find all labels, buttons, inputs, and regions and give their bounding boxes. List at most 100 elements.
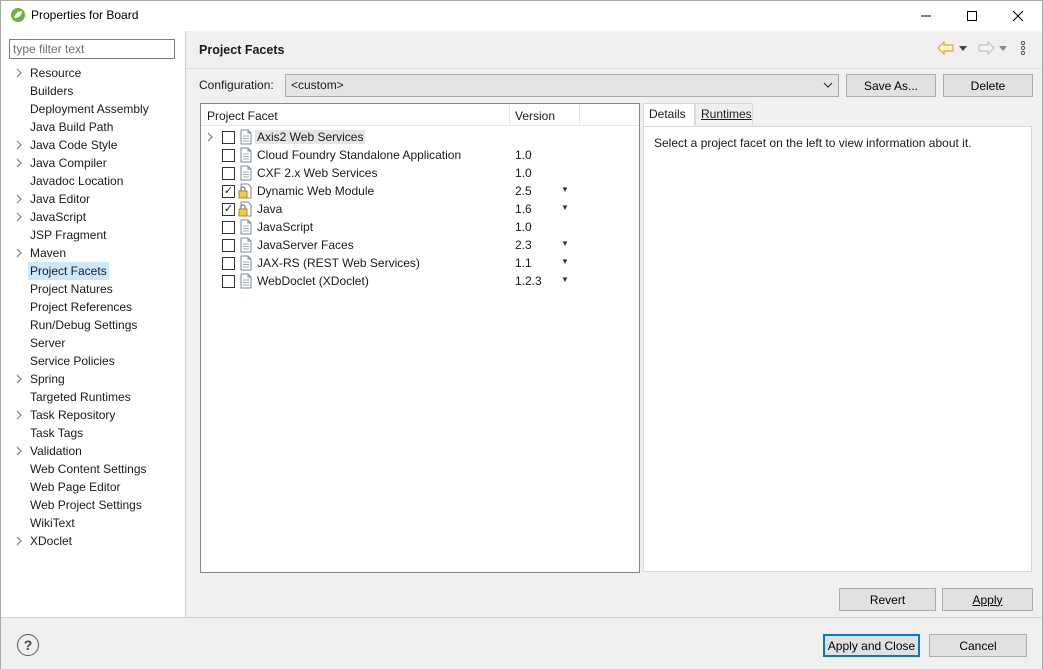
facet-version[interactable]: 2.5 [515,184,532,198]
revert-button[interactable]: Revert [839,588,936,611]
tree-item[interactable]: Web Page Editor [1,478,185,496]
chevron-right-icon[interactable] [15,136,25,154]
facets-table-header: Project Facet Version [201,104,639,126]
chevron-right-icon[interactable] [15,208,25,226]
tree-item-label: JSP Fragment [30,228,107,242]
document-icon [238,165,254,181]
chevron-right-icon[interactable] [15,370,25,388]
facet-checkbox[interactable]: ✓ [222,203,235,216]
tree-item[interactable]: Deployment Assembly [1,100,185,118]
tree-item-label: Project Facets [28,262,109,280]
close-button[interactable] [995,1,1041,31]
content-panel: Project Facets Configuration: <custom> S… [187,31,1042,617]
version-dropdown-icon[interactable]: ▼ [561,185,569,194]
back-arrow-icon[interactable] [937,41,955,55]
tree-item[interactable]: Javadoc Location [1,172,185,190]
facet-row[interactable]: WebDoclet (XDoclet) 1.2.3 ▼ [201,272,639,290]
chevron-right-icon[interactable] [15,64,25,82]
chevron-right-icon[interactable] [206,131,214,146]
tab-details[interactable]: Details [643,103,695,127]
tree-item[interactable]: Web Project Settings [1,496,185,514]
tree-item[interactable]: Resource [1,64,185,82]
category-panel: Resource Builders Deployment Assembly Java … [1,31,186,617]
tree-item[interactable]: XDoclet [1,532,185,550]
delete-button[interactable]: Delete [943,74,1033,97]
facet-version[interactable]: 1.6 [515,202,532,216]
apply-and-close-button[interactable]: Apply and Close [823,634,920,657]
maximize-button[interactable] [949,1,995,31]
version-dropdown-icon[interactable]: ▼ [561,203,569,212]
facet-checkbox[interactable] [222,221,235,234]
cancel-button[interactable]: Cancel [929,634,1027,657]
minimize-button[interactable] [903,1,949,31]
facet-row[interactable]: CXF 2.x Web Services 1.0 [201,164,639,182]
chevron-right-icon[interactable] [15,244,25,262]
tree-item[interactable]: Java Code Style [1,136,185,154]
facet-row[interactable]: ✓ Java 1.6 ▼ [201,200,639,218]
tree-item[interactable]: Task Repository [1,406,185,424]
tree-item[interactable]: JSP Fragment [1,226,185,244]
version-dropdown-icon[interactable]: ▼ [561,275,569,284]
document-icon [238,219,254,235]
facet-checkbox[interactable] [222,167,235,180]
version-dropdown-icon[interactable]: ▼ [561,257,569,266]
facet-row[interactable]: ✓ Dynamic Web Module 2.5 ▼ [201,182,639,200]
column-header-version[interactable]: Version [515,109,555,123]
tree-item[interactable]: JavaScript [1,208,185,226]
facet-row[interactable]: JavaServer Faces 2.3 ▼ [201,236,639,254]
configuration-value: <custom> [291,78,344,92]
divider [187,68,1042,69]
chevron-right-icon[interactable] [15,406,25,424]
tree-item[interactable]: Builders [1,82,185,100]
facet-version[interactable]: 1.2.3 [515,274,542,288]
tree-item[interactable]: Project Facets [1,262,185,280]
filter-input[interactable] [9,39,175,59]
view-menu-icon[interactable] [1019,40,1027,56]
apply-button[interactable]: Apply [942,588,1033,611]
facet-checkbox[interactable] [222,275,235,288]
facet-checkbox[interactable] [222,131,235,144]
tree-item[interactable]: Project References [1,298,185,316]
tree-item[interactable]: Service Policies [1,352,185,370]
version-dropdown-icon[interactable]: ▼ [561,239,569,248]
tree-item[interactable]: Java Editor [1,190,185,208]
tree-item[interactable]: Java Build Path [1,118,185,136]
tree-item[interactable]: Server [1,334,185,352]
tree-item[interactable]: WikiText [1,514,185,532]
facet-row[interactable]: JAX-RS (REST Web Services) 1.1 ▼ [201,254,639,272]
tree-item[interactable]: Java Compiler [1,154,185,172]
tree-item-label: Java Editor [30,192,91,206]
forward-menu-icon[interactable] [999,44,1007,52]
facet-checkbox[interactable]: ✓ [222,185,235,198]
chevron-right-icon[interactable] [15,154,25,172]
tab-runtimes[interactable]: Runtimes [695,103,753,125]
configuration-select[interactable]: <custom> [285,74,839,97]
tree-item[interactable]: Validation [1,442,185,460]
facet-row[interactable]: Axis2 Web Services [201,128,639,146]
column-header-facet[interactable]: Project Facet [207,109,278,123]
help-icon[interactable]: ? [17,634,39,656]
tree-item-label: Builders [30,84,74,98]
facet-row[interactable]: JavaScript 1.0 [201,218,639,236]
tree-item[interactable]: Web Content Settings [1,460,185,478]
facet-checkbox[interactable] [222,257,235,270]
chevron-right-icon[interactable] [15,190,25,208]
chevron-right-icon[interactable] [15,532,25,550]
facet-checkbox[interactable] [222,149,235,162]
forward-arrow-icon[interactable] [977,41,995,55]
save-as-button[interactable]: Save As... [846,74,936,97]
tree-item[interactable]: Maven [1,244,185,262]
tree-item[interactable]: Project Natures [1,280,185,298]
tree-item-label: Java Code Style [30,138,118,152]
tree-item[interactable]: Targeted Runtimes [1,388,185,406]
facet-row[interactable]: Cloud Foundry Standalone Application 1.0 [201,146,639,164]
tree-item[interactable]: Run/Debug Settings [1,316,185,334]
facet-version[interactable]: 1.1 [515,256,532,270]
minimize-icon [921,15,931,17]
chevron-right-icon[interactable] [15,442,25,460]
tree-item[interactable]: Task Tags [1,424,185,442]
facet-checkbox[interactable] [222,239,235,252]
tree-item[interactable]: Spring [1,370,185,388]
facet-version[interactable]: 2.3 [515,238,532,252]
back-menu-icon[interactable] [959,44,967,52]
